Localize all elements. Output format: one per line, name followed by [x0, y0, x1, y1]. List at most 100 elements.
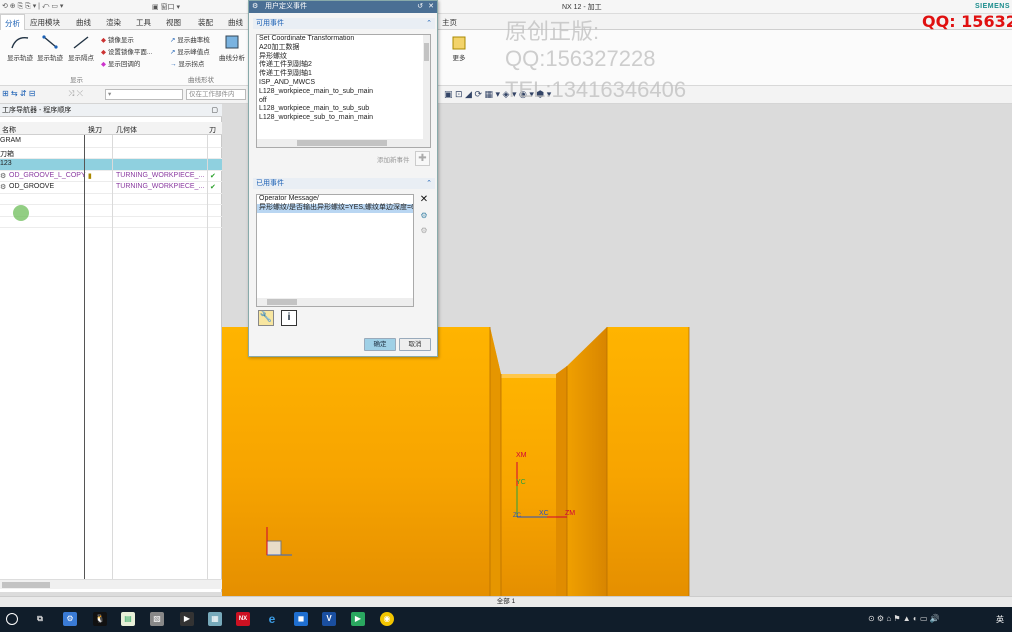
video-icon[interactable]: ▶: [180, 612, 194, 626]
close-icon[interactable]: ✕: [428, 1, 434, 13]
cancel-button[interactable]: 取消: [399, 338, 431, 351]
used-events-list[interactable]: Operator Message/ 异形螺纹/是否输出异形螺纹=YES,螺纹单边…: [256, 194, 414, 307]
media-icon[interactable]: ▶: [351, 612, 365, 626]
col-tool[interactable]: 刀: [209, 125, 216, 135]
app-icon-active[interactable]: ⚙: [63, 612, 77, 626]
list-item[interactable]: ISP_AND_MWCS: [257, 79, 430, 88]
tab-render[interactable]: 渲染: [106, 17, 121, 28]
mirror-display-item[interactable]: ◆ 锁像显示: [101, 34, 134, 44]
list-item[interactable]: 传递工件到副轴2: [257, 61, 430, 70]
task-view-icon[interactable]: ⧉: [33, 612, 47, 626]
column-divider[interactable]: [84, 135, 85, 583]
edit-event-button[interactable]: ⚙: [418, 210, 430, 222]
horizontal-scrollbar[interactable]: [257, 298, 413, 306]
available-events-list[interactable]: Set Coordinate Transformation A20加工数据 异形…: [256, 34, 431, 148]
tab-view[interactable]: 视图: [166, 17, 181, 28]
info-button[interactable]: i: [281, 310, 297, 326]
show-callback-item[interactable]: ◆ 显示回调的: [101, 58, 140, 68]
table-row[interactable]: [0, 205, 222, 217]
tab-applications[interactable]: 应用模块: [30, 17, 60, 28]
curve-analysis-button[interactable]: 曲线分析: [218, 34, 246, 62]
col-geometry[interactable]: 几何体: [116, 125, 137, 135]
vertical-scrollbar[interactable]: [423, 35, 430, 139]
more-button[interactable]: 更多: [448, 36, 470, 62]
show-inflection-item[interactable]: → 显示拐点: [170, 58, 204, 68]
list-item[interactable]: Operator Message/: [257, 195, 413, 204]
edge-icon[interactable]: e: [265, 612, 279, 626]
axis-label-zm: ZM: [565, 510, 576, 517]
ime-indicator[interactable]: 英: [996, 614, 1004, 625]
move-event-button[interactable]: ⚙: [418, 225, 430, 237]
curve-shape-caption: 曲线形状: [188, 77, 214, 84]
operation-icon: ⚙: [0, 172, 7, 180]
info-icon: i: [287, 312, 291, 323]
horizontal-scrollbar[interactable]: [0, 579, 222, 589]
show-spacing-button[interactable]: 显示隔点: [66, 34, 96, 62]
list-item[interactable]: L128_workpiece_main_to_sub_main: [257, 88, 430, 97]
list-item[interactable]: L128_workpiece_main_to_sub_sub: [257, 105, 430, 114]
notepad-icon[interactable]: ▤: [121, 612, 135, 626]
search-icon[interactable]: [6, 613, 18, 625]
show-trajectory-button-2[interactable]: 显示轨迹: [36, 34, 64, 62]
column-divider[interactable]: [112, 135, 113, 583]
table-row[interactable]: [0, 194, 222, 205]
show-peak-points-item[interactable]: ↗ 显示峰值点: [170, 46, 210, 56]
collapse-icon[interactable]: ⌃: [426, 18, 432, 29]
show-curvature-comb-item[interactable]: ↗ 显示曲率梳: [170, 34, 210, 44]
tab-analysis[interactable]: 分析: [0, 14, 25, 30]
show-trajectory-button-1[interactable]: 显示轨迹: [6, 34, 34, 62]
used-events-header[interactable]: 已用事件 ⌃: [253, 178, 435, 189]
tab-home[interactable]: 主页: [442, 17, 457, 28]
horizontal-scrollbar[interactable]: [257, 139, 430, 147]
ribbon-panel: 显示轨迹 显示轨迹 显示隔点 ◆ 锁像显示 ◆ 设置锁像平面... ◆ 显示回调…: [0, 30, 248, 86]
list-item[interactable]: off: [257, 97, 430, 106]
tab-curve[interactable]: 曲线: [76, 17, 91, 28]
maximize-icon[interactable]: ▢: [211, 104, 218, 117]
tab-tools[interactable]: 工具: [136, 17, 151, 28]
app-icon[interactable]: ▦: [208, 612, 222, 626]
app-icon[interactable]: ▧: [150, 612, 164, 626]
chrome-icon[interactable]: ◉: [380, 612, 394, 626]
table-row[interactable]: ⚙ OD_GROOVE_L_COPY ▮ TURNING_WORKPIECE_.…: [0, 171, 222, 182]
list-item[interactable]: 传递工件到副轴1: [257, 70, 430, 79]
collapse-icon[interactable]: ⌃: [426, 178, 432, 189]
table-row[interactable]: [0, 217, 222, 228]
reset-icon[interactable]: ↺: [417, 1, 423, 13]
quick-access-icons[interactable]: ⟲ ⊕ ⎘ ⎘ ▾ | ⤺ ▭ ▾: [2, 2, 63, 11]
wrench-button[interactable]: 🔧: [258, 310, 274, 326]
qq-icon[interactable]: 🐧: [93, 612, 107, 626]
ok-button[interactable]: 确定: [364, 338, 396, 351]
snap-icons[interactable]: ⤨ ⤬: [68, 89, 83, 99]
table-row-selected[interactable]: 123: [0, 159, 222, 171]
list-item[interactable]: A20加工数据: [257, 44, 430, 53]
curve-analysis-icon: [225, 35, 239, 49]
set-mirror-plane-item[interactable]: ◆ 设置锁像平面...: [101, 46, 152, 56]
watermark-line-3: TEL:13416346406: [505, 77, 687, 102]
more-icon: [452, 36, 466, 50]
selection-filter-icons[interactable]: ⊞ ⇆ ⇵ ⊟: [2, 89, 35, 98]
remove-event-button[interactable]: ✕: [418, 194, 430, 206]
trajectory-icon: [11, 37, 29, 49]
list-item[interactable]: Set Coordinate Transformation: [257, 35, 430, 44]
part-scope-select[interactable]: 仅在工作部件内: [186, 89, 246, 100]
add-event-button[interactable]: ✚: [415, 151, 430, 166]
window-menu[interactable]: ▣ 窗口 ▾: [152, 2, 180, 12]
tab-curve-2[interactable]: 曲线: [228, 17, 243, 28]
table-row[interactable]: 刀箱: [0, 148, 222, 159]
table-row[interactable]: GRAM: [0, 136, 222, 148]
list-item[interactable]: L128_workpiece_sub_to_main_main: [257, 114, 430, 123]
app-icon[interactable]: ◼: [294, 612, 308, 626]
dialog-title-bar[interactable]: ⚙ 用户定义事件 ↺ ✕: [249, 1, 437, 13]
column-divider[interactable]: [207, 135, 208, 583]
system-tray-icons[interactable]: ⊙ ⚙ ⌂ ⚑ ▲ ◐ ▭ 🔊: [868, 614, 940, 623]
list-item-selected[interactable]: 异形螺纹/是否输出异形螺纹=YES,螺纹单边深度=6: [257, 203, 413, 213]
vs-icon[interactable]: V: [322, 612, 336, 626]
nx-icon[interactable]: NX: [236, 612, 250, 626]
col-tool-change[interactable]: 换刀: [88, 125, 102, 135]
type-filter-select[interactable]: ▾: [105, 89, 183, 100]
available-events-header[interactable]: 可用事件 ⌃: [253, 18, 435, 29]
tab-assembly[interactable]: 装配: [198, 17, 213, 28]
col-name[interactable]: 名称: [2, 125, 16, 135]
table-row[interactable]: ⚙ OD_GROOVE TURNING_WORKPIECE_... ✔: [0, 182, 222, 194]
axis-label-zc: ZC: [513, 513, 521, 519]
